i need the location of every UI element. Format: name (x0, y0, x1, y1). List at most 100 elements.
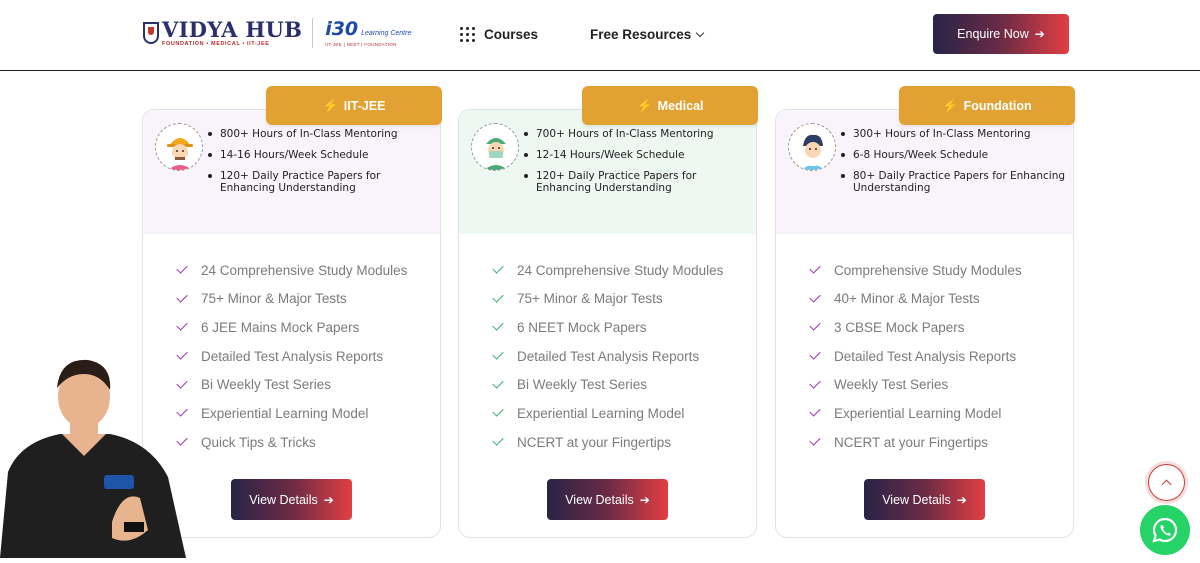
check-icon (492, 405, 504, 418)
view-details-label: View Details (249, 492, 318, 507)
feature-item: Experiential Learning Model (809, 404, 1022, 422)
check-icon (492, 348, 504, 360)
check-icon (492, 319, 504, 332)
chevron-up-icon (1161, 479, 1172, 489)
feature-item: Quick Tips & Tricks (176, 433, 407, 451)
feature-item: Detailed Test Analysis Reports (176, 347, 407, 365)
feature-item: Bi Weekly Test Series (176, 376, 407, 394)
lightning-icon: ⚡ (322, 97, 339, 113)
highlights-list: 300+ Hours of In-Class Mentoring 6-8 Hou… (839, 128, 1067, 203)
highlight-item: 120+ Daily Practice Papers for Enhancing… (206, 170, 434, 194)
feature-item: 3 CBSE Mock Papers (809, 318, 1022, 336)
chevron-down-icon (696, 28, 705, 37)
highlight-item: 120+ Daily Practice Papers for Enhancing… (522, 170, 750, 194)
highlight-item: 300+ Hours of In-Class Mentoring (839, 128, 1067, 140)
course-tag-label: Foundation (963, 98, 1032, 113)
feature-item: 75+ Minor & Major Tests (176, 290, 407, 308)
i30-learning-centre: Learning Centre (361, 29, 412, 37)
course-tag: ⚡ Medical (582, 86, 758, 125)
lightning-icon: ⚡ (942, 97, 959, 113)
feature-item: 6 NEET Mock Papers (492, 318, 723, 336)
features-list: 24 Comprehensive Study Modules 75+ Minor… (492, 261, 723, 462)
nav-free-resources[interactable]: Free Resources (590, 27, 705, 42)
check-icon (809, 405, 821, 418)
highlights-list: 800+ Hours of In-Class Mentoring 14-16 H… (206, 128, 434, 203)
scroll-to-top-button[interactable] (1148, 464, 1185, 501)
view-details-button[interactable]: View Details ➔ (547, 479, 668, 520)
nav-free-resources-label: Free Resources (590, 27, 692, 42)
features-list: Comprehensive Study Modules 40+ Minor & … (809, 261, 1022, 462)
check-icon (492, 434, 504, 446)
grid-menu-icon (460, 27, 475, 42)
logo-divider (312, 18, 314, 48)
feature-item: 6 JEE Mains Mock Papers (176, 318, 407, 336)
nav-courses[interactable]: Courses (460, 27, 538, 42)
whatsapp-icon (1152, 517, 1178, 543)
logo-tagline: FOUNDATION • MEDICAL • IIT-JEE (162, 41, 270, 47)
course-tag-label: IIT-JEE (343, 98, 386, 113)
check-icon (176, 291, 188, 303)
i30-tagline: IIT-JEE | NEET | FOUNDATION (325, 41, 397, 47)
arrow-right-icon: ➔ (1034, 27, 1045, 41)
check-icon (492, 262, 504, 274)
feature-item: NCERT at your Fingertips (809, 433, 1022, 451)
doctor-avatar-icon (471, 123, 519, 171)
i30-mark: i30 (325, 17, 359, 40)
highlight-item: 6-8 Hours/Week Schedule (839, 149, 1067, 161)
highlights-list: 700+ Hours of In-Class Mentoring 12-14 H… (522, 128, 750, 203)
check-icon (176, 319, 188, 332)
feature-item: 40+ Minor & Major Tests (809, 290, 1022, 308)
check-icon (809, 319, 821, 332)
i30-logo: i30 Learning Centre IIT-JEE | NEET | FOU… (325, 17, 412, 47)
course-tag: ⚡ Foundation (899, 86, 1075, 125)
features-list: 24 Comprehensive Study Modules 75+ Minor… (176, 261, 407, 462)
feature-item: NCERT at your Fingertips (492, 433, 723, 451)
check-icon (809, 434, 821, 446)
highlight-item: 12-14 Hours/Week Schedule (522, 149, 750, 161)
check-icon (176, 262, 188, 274)
enquire-now-label: Enquire Now (957, 27, 1029, 41)
nav-courses-label: Courses (484, 27, 539, 42)
arrow-right-icon: ➔ (956, 492, 967, 507)
check-icon (809, 291, 821, 303)
feature-item: 24 Comprehensive Study Modules (492, 261, 723, 279)
feature-item: Bi Weekly Test Series (492, 376, 723, 394)
highlight-item: 700+ Hours of In-Class Mentoring (522, 128, 750, 140)
course-card-medical: ⚡ Medical 700+ Hours of In-Class Mentori… (458, 86, 758, 538)
logo-name: VIDYA HUB (162, 17, 303, 42)
view-details-button[interactable]: View Details ➔ (231, 479, 352, 520)
check-icon (809, 377, 821, 389)
lightning-icon: ⚡ (636, 97, 653, 113)
feature-item: Detailed Test Analysis Reports (809, 347, 1022, 365)
course-tag-label: Medical (657, 98, 704, 113)
student-avatar-icon (788, 123, 836, 171)
check-icon (809, 348, 821, 360)
course-tag: ⚡ IIT-JEE (266, 86, 442, 125)
feature-item: Experiential Learning Model (492, 404, 723, 422)
arrow-right-icon: ➔ (639, 492, 650, 507)
feature-item: Experiential Learning Model (176, 404, 407, 422)
view-details-label: View Details (565, 492, 634, 507)
check-icon (809, 262, 821, 274)
feature-item: Detailed Test Analysis Reports (492, 347, 723, 365)
course-card-foundation: ⚡ Foundation 300+ Hours of In-Class Ment… (775, 86, 1075, 538)
view-details-button[interactable]: View Details ➔ (864, 479, 985, 520)
check-icon (492, 291, 504, 303)
whatsapp-button[interactable] (1140, 505, 1190, 555)
arrow-right-icon: ➔ (323, 492, 334, 507)
feature-item: 75+ Minor & Major Tests (492, 290, 723, 308)
vidya-hub-logo[interactable]: VIDYA HUB FOUNDATION • MEDICAL • IIT-JEE… (143, 18, 411, 48)
presenter-photo (0, 352, 200, 558)
highlight-item: 80+ Daily Practice Papers for Enhancing … (839, 170, 1067, 194)
highlight-item: 800+ Hours of In-Class Mentoring (206, 128, 434, 140)
feature-item: Comprehensive Study Modules (809, 261, 1022, 279)
feature-item: 24 Comprehensive Study Modules (176, 261, 407, 279)
crest-icon (143, 22, 159, 44)
feature-item: Weekly Test Series (809, 376, 1022, 394)
enquire-now-button[interactable]: Enquire Now ➔ (933, 14, 1069, 54)
engineer-avatar-icon (155, 123, 203, 171)
highlight-item: 14-16 Hours/Week Schedule (206, 149, 434, 161)
view-details-label: View Details (882, 492, 951, 507)
site-header: VIDYA HUB FOUNDATION • MEDICAL • IIT-JEE… (0, 0, 1200, 71)
check-icon (492, 377, 504, 389)
